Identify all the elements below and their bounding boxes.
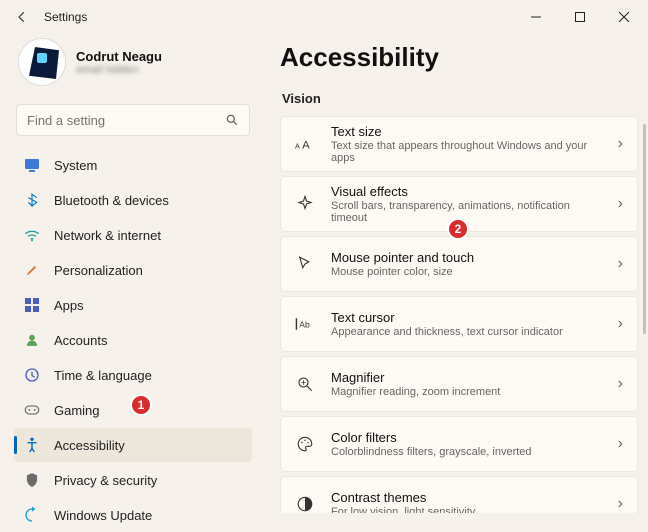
card-sub: Scroll bars, transparency, animations, n… [331,200,602,224]
nav-label: Accounts [54,333,107,348]
main-pane: Accessibility Vision AA Text sizeText si… [262,34,648,513]
card-title: Text cursor [331,310,602,325]
card-sub: Mouse pointer color, size [331,266,602,278]
card-sub: Colorblindness filters, grayscale, inver… [331,446,602,458]
nav-label: Bluetooth & devices [54,193,169,208]
minimize-button[interactable] [514,2,558,32]
minimize-icon [531,12,541,22]
setting-mouse-pointer[interactable]: Mouse pointer and touchMouse pointer col… [280,236,638,292]
accessibility-icon [24,437,40,453]
window-controls [514,2,646,32]
search-box[interactable] [16,104,250,136]
scrollbar[interactable] [643,124,646,334]
card-title: Contrast themes [331,490,602,505]
sidebar-item-privacy[interactable]: Privacy & security [14,463,252,497]
shield-icon [24,472,40,488]
setting-text-cursor[interactable]: Ab Text cursorAppearance and thickness, … [280,296,638,352]
nav-label: Network & internet [54,228,161,243]
sidebar-item-apps[interactable]: Apps [14,288,252,322]
chevron-right-icon: › [618,315,623,333]
card-sub: For low vision, light sensitivity [331,506,602,513]
nav-label: Personalization [54,263,143,278]
chevron-right-icon: › [618,495,623,513]
back-button[interactable] [14,9,30,25]
search-input[interactable] [27,113,225,128]
sidebar-item-system[interactable]: System [14,148,252,182]
card-title: Color filters [331,430,602,445]
svg-text:Ab: Ab [299,320,310,330]
setting-color-filters[interactable]: Color filtersColorblindness filters, gra… [280,416,638,472]
text-cursor-icon: Ab [295,314,315,334]
svg-text:A: A [295,142,300,150]
annotation-badge-2: 2 [447,218,469,240]
magnifier-icon [295,374,315,394]
card-title: Magnifier [331,370,602,385]
profile-email: email hidden [76,64,162,76]
profile-block[interactable]: Codrut Neagu email hidden [14,34,252,96]
update-icon [24,507,40,523]
card-sub: Magnifier reading, zoom increment [331,386,602,398]
sidebar-item-time[interactable]: Time & language [14,358,252,392]
maximize-icon [575,12,585,22]
page-title: Accessibility [280,42,638,73]
settings-list: AA Text sizeText size that appears throu… [280,116,638,513]
palette-icon [295,434,315,454]
chevron-right-icon: › [618,135,623,153]
arrow-left-icon [15,10,29,24]
chevron-right-icon: › [618,255,623,273]
nav-label: Windows Update [54,508,152,523]
apps-icon [24,297,40,313]
paintbrush-icon [24,262,40,278]
sidebar-item-accessibility[interactable]: Accessibility [14,428,252,462]
maximize-button[interactable] [558,2,602,32]
clock-icon [24,367,40,383]
nav-list: System Bluetooth & devices Network & int… [14,148,252,532]
setting-text-size[interactable]: AA Text sizeText size that appears throu… [280,116,638,172]
card-title: Visual effects [331,184,602,199]
nav-label: System [54,158,97,173]
close-icon [619,12,629,22]
setting-contrast-themes[interactable]: Contrast themesFor low vision, light sen… [280,476,638,513]
sparkle-icon [295,194,315,214]
sidebar-item-network[interactable]: Network & internet [14,218,252,252]
nav-label: Privacy & security [54,473,157,488]
sidebar-item-accounts[interactable]: Accounts [14,323,252,357]
person-icon [24,332,40,348]
nav-label: Apps [54,298,84,313]
text-size-icon: AA [295,134,315,154]
setting-magnifier[interactable]: MagnifierMagnifier reading, zoom increme… [280,356,638,412]
wifi-icon [24,227,40,243]
bluetooth-icon [24,192,40,208]
titlebar: Settings [0,0,648,34]
nav-label: Accessibility [54,438,125,453]
card-title: Text size [331,124,602,139]
close-button[interactable] [602,2,646,32]
avatar [18,38,66,86]
chevron-right-icon: › [618,375,623,393]
sidebar-item-bluetooth[interactable]: Bluetooth & devices [14,183,252,217]
sidebar-item-personalization[interactable]: Personalization [14,253,252,287]
sidebar-item-update[interactable]: Windows Update [14,498,252,532]
section-header: Vision [282,91,638,106]
card-sub: Appearance and thickness, text cursor in… [331,326,602,338]
sidebar: Codrut Neagu email hidden System Bluetoo… [0,34,262,513]
card-title: Mouse pointer and touch [331,250,602,265]
nav-label: Time & language [54,368,152,383]
system-icon [24,157,40,173]
annotation-badge-1: 1 [130,394,152,416]
svg-text:A: A [302,139,310,151]
window-title: Settings [44,10,87,24]
search-icon [225,113,239,127]
contrast-icon [295,494,315,513]
profile-name: Codrut Neagu [76,49,162,64]
chevron-right-icon: › [618,195,623,213]
card-sub: Text size that appears throughout Window… [331,140,602,164]
chevron-right-icon: › [618,435,623,453]
nav-label: Gaming [54,403,100,418]
cursor-icon [295,254,315,274]
gaming-icon [24,402,40,418]
